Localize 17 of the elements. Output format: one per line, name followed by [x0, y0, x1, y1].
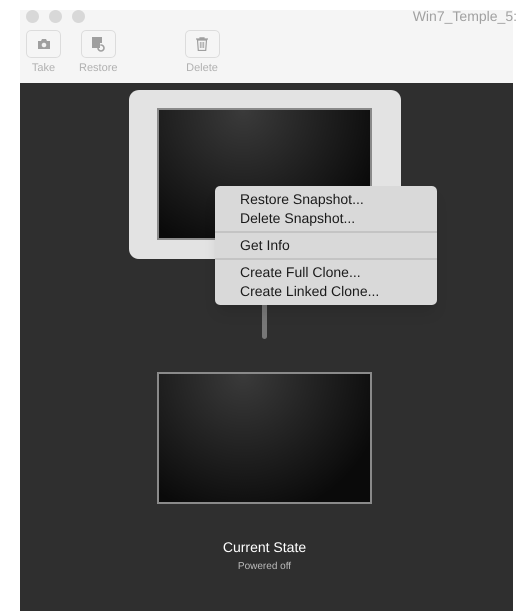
- camera-icon: [36, 38, 50, 50]
- window-control-button[interactable]: [26, 10, 39, 22]
- window-control-button[interactable]: [72, 10, 85, 22]
- restore-icon: [91, 36, 106, 52]
- menu-item[interactable]: Get Info: [215, 236, 437, 255]
- menu-item[interactable]: Create Full Clone...: [215, 263, 437, 282]
- current-state-title: Current State: [222, 538, 306, 557]
- current-state-status: Powered off: [238, 560, 292, 574]
- toolbar-label: Delete: [186, 61, 218, 76]
- window-title: Win7_Temple_5:: [412, 6, 517, 26]
- trash-icon: [196, 37, 208, 51]
- toolbar-label: Take: [32, 61, 56, 76]
- menu-item[interactable]: Create Linked Clone...: [215, 282, 437, 301]
- toolbar-label: Restore: [79, 61, 118, 76]
- menu-item[interactable]: Delete Snapshot...: [215, 209, 437, 228]
- window-control-button[interactable]: [49, 10, 62, 22]
- menu-item[interactable]: Restore Snapshot...: [215, 190, 437, 209]
